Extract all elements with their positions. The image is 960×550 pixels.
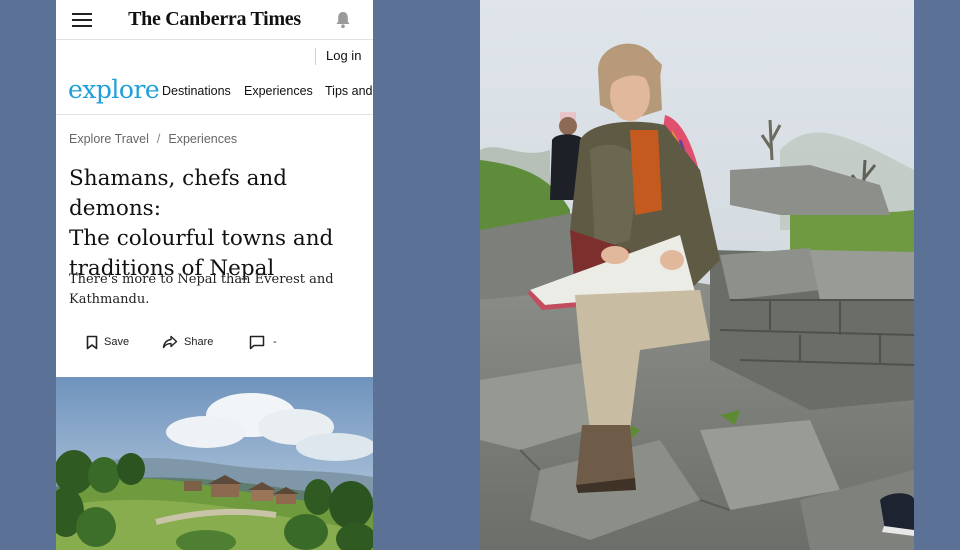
bookmark-icon [86, 335, 98, 349]
article-screenshot: The Canberra Times Log in explore Destin… [56, 0, 373, 550]
save-label: Save [104, 336, 130, 348]
top-bar: The Canberra Times [56, 0, 373, 40]
account-row: Log in [56, 40, 373, 70]
nav-item-destinations[interactable]: Destinations [162, 84, 231, 98]
article-standfirst: There's more to Nepal than Everest and K… [69, 270, 354, 310]
comments-button[interactable]: - [249, 330, 277, 354]
nav-item-experiences[interactable]: Experiences [244, 84, 313, 98]
bell-icon[interactable] [335, 11, 351, 29]
headline-line: The colourful towns and [69, 226, 334, 251]
standfirst-line: There's more to Nepal than Everest and [69, 272, 334, 287]
headline-line: Shamans, chefs and demons: [69, 166, 288, 221]
login-link[interactable]: Log in [326, 48, 361, 63]
breadcrumb: Explore Travel / Experiences [69, 132, 237, 146]
share-button[interactable]: Share [162, 330, 213, 354]
save-button[interactable]: Save [86, 330, 129, 354]
article-hero-image [56, 377, 373, 550]
divider [315, 48, 316, 65]
article-headline: Shamans, chefs and demons: The colourful… [69, 164, 364, 284]
breadcrumb-item-experiences[interactable]: Experiences [168, 132, 237, 146]
breadcrumb-item-explore-travel[interactable]: Explore Travel [69, 132, 149, 146]
masthead-logo[interactable]: The Canberra Times [56, 8, 373, 31]
photo-woman-sketching [480, 0, 914, 550]
share-label: Share [184, 336, 214, 348]
section-nav: explore Destinations Experiences Tips an… [56, 70, 373, 115]
nav-item-tips[interactable]: Tips and [325, 84, 372, 98]
breadcrumb-separator: / [156, 132, 161, 146]
article-actions: Save Share - [56, 330, 373, 354]
share-icon [162, 335, 178, 349]
explore-logo[interactable]: explore [68, 75, 160, 104]
comment-icon [249, 335, 265, 349]
standfirst-line: Kathmandu. [69, 292, 150, 307]
comment-count: - [273, 336, 277, 348]
